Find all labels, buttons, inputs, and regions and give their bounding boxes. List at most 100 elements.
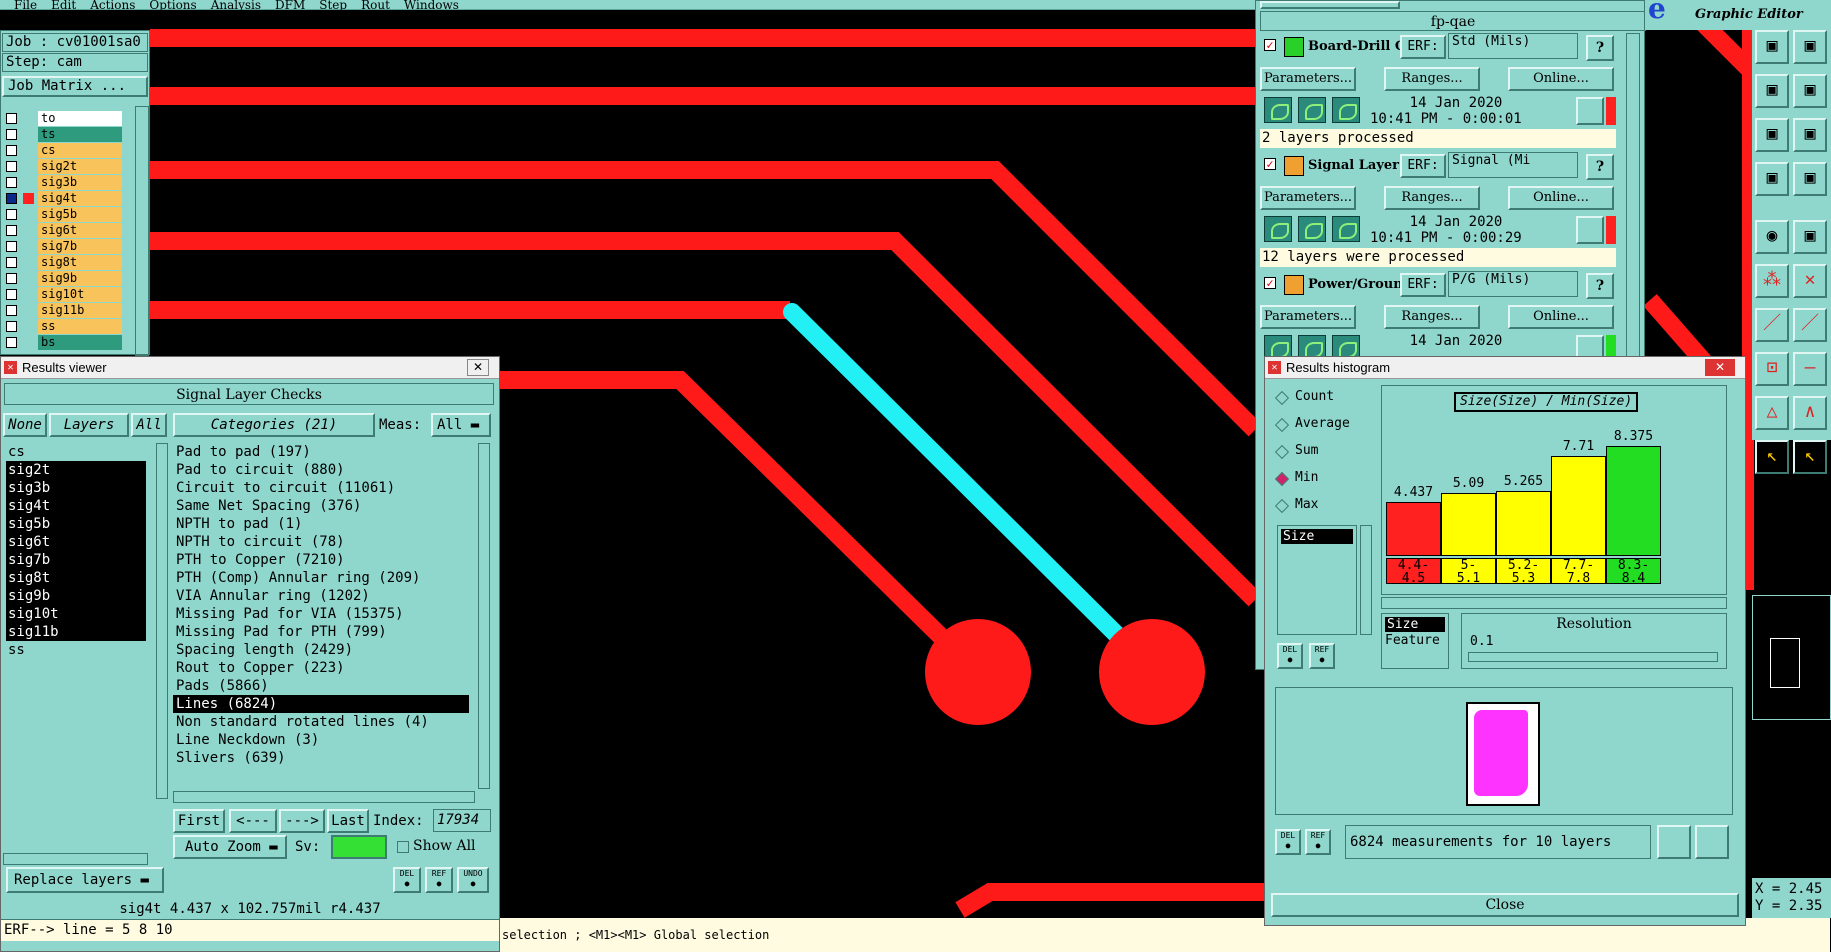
online-button[interactable]: Online... — [1508, 305, 1614, 329]
category-item[interactable]: Same Net Spacing (376) — [173, 497, 473, 515]
meas-select[interactable]: All ▬ — [431, 413, 491, 437]
viewer-layer-item[interactable]: sig2t — [6, 461, 146, 479]
layer-checkbox[interactable] — [6, 241, 17, 252]
category-item[interactable]: Non standard rotated lines (4) — [173, 713, 473, 731]
run-check-icon[interactable] — [1332, 97, 1360, 123]
layer-row[interactable]: sig2t — [1, 159, 149, 175]
category-item[interactable]: VIA Annular ring (1202) — [173, 587, 473, 605]
copy-in-icon[interactable]: ▣ — [1755, 74, 1789, 108]
layer-checkbox[interactable] — [6, 161, 17, 172]
layer-row[interactable]: sig5b — [1, 207, 149, 223]
last-button[interactable]: Last — [327, 809, 369, 833]
mode-option-max[interactable]: Max — [1274, 495, 1367, 519]
layer-checkbox[interactable] — [6, 305, 17, 316]
ranges-button[interactable]: Ranges... — [1384, 67, 1480, 91]
del-button[interactable]: DEL ● — [393, 867, 421, 893]
layer-row[interactable]: sig3b — [1, 175, 149, 191]
measure-icon[interactable]: ▣ — [1755, 162, 1789, 196]
layer-row[interactable]: bs — [1, 335, 149, 351]
layer-row[interactable]: sig6t — [1, 223, 149, 239]
line-icon[interactable]: ／ — [1755, 308, 1789, 342]
zoom-window-icon[interactable] — [1695, 825, 1729, 859]
category-item[interactable]: Line Neckdown (3) — [173, 731, 473, 749]
qae-top-button[interactable] — [1260, 1, 1400, 9]
category-item[interactable]: Pad to pad (197) — [173, 443, 473, 461]
run-check-icon[interactable] — [1298, 216, 1326, 242]
online-button[interactable]: Online... — [1508, 67, 1614, 91]
check-enabled-icon[interactable]: ✓ — [1264, 277, 1276, 289]
replace-layers-button[interactable]: Replace layers ▬ — [6, 867, 164, 893]
viewer-layer-list[interactable]: cs sig2t sig3b sig4t sig5b sig6t sig7b sig8t sig… — [1, 443, 151, 803]
category-item[interactable]: Lines (6824) — [173, 695, 469, 713]
layer-row[interactable]: cs — [1, 143, 149, 159]
parameters-button[interactable]: Parameters... — [1260, 305, 1356, 329]
layer-name[interactable]: sig8t — [38, 255, 122, 270]
category-item[interactable]: NPTH to circuit (78) — [173, 533, 473, 551]
viewer-layer-item[interactable]: sig7b — [6, 551, 146, 569]
categories-button[interactable]: Categories (21) — [173, 413, 375, 437]
layer-checkbox[interactable] — [6, 193, 17, 204]
category-item[interactable]: Circuit to circuit (11061) — [173, 479, 473, 497]
layer-checkbox[interactable] — [6, 209, 17, 220]
copy-out-icon[interactable]: ▣ — [1793, 74, 1827, 108]
layer-row[interactable]: sig9b — [1, 271, 149, 287]
layer-name[interactable]: sig3b — [38, 175, 122, 190]
job-matrix-button[interactable]: Job Matrix ... — [2, 76, 148, 97]
circle-icon[interactable]: ◉ — [1755, 220, 1789, 254]
histogram-chart-area[interactable]: Size(Size) / Min(Size) 4.437 5.09 5.265 7.7… — [1381, 385, 1727, 595]
chart-hscroll[interactable] — [1381, 597, 1727, 609]
layer-checkbox[interactable] — [6, 129, 17, 140]
preview-del-button[interactable]: DEL ● — [1275, 829, 1301, 855]
layer-checkbox[interactable] — [6, 321, 17, 332]
run-check-icon[interactable] — [1264, 97, 1292, 123]
layer-row[interactable]: sig10t — [1, 287, 149, 303]
ref-button[interactable]: REF ● — [425, 867, 453, 893]
sv-color-select[interactable] — [331, 835, 387, 859]
vertex-icon[interactable]: ▣ — [1793, 220, 1827, 254]
size-scrollbar[interactable] — [1360, 525, 1372, 635]
category-item[interactable]: Spacing length (2429) — [173, 641, 473, 659]
help-button[interactable]: ? — [1586, 35, 1614, 61]
feature-preview[interactable] — [1275, 687, 1733, 815]
menu-dfm[interactable]: DFM — [275, 0, 305, 11]
layer-row[interactable]: ss — [1, 319, 149, 335]
mode-option-sum[interactable]: Sum — [1274, 441, 1367, 465]
undo-button[interactable]: UNDO ● — [457, 867, 489, 893]
viewer-layer-item[interactable]: sig11b — [6, 623, 146, 641]
erf-mode[interactable]: Std (Mils) — [1448, 33, 1578, 59]
layer-checkbox[interactable] — [6, 177, 17, 188]
help-button[interactable]: ? — [1586, 273, 1614, 299]
online-button[interactable]: Online... — [1508, 186, 1614, 210]
layer-name[interactable]: bs — [38, 335, 122, 350]
erf-mode[interactable]: Signal (Mi — [1448, 152, 1578, 178]
layer-up-icon[interactable]: ▣ — [1755, 30, 1789, 64]
layer-name[interactable]: sig10t — [38, 287, 122, 302]
viewer-layer-item[interactable]: sig6t — [6, 533, 146, 551]
layer-scrollbar[interactable] — [135, 106, 149, 356]
close-icon[interactable]: ✕ — [1705, 359, 1735, 376]
layer-list[interactable]: to ts cs sig2t sig3b sig4t sig5b sig6t sig7b sig8… — [1, 111, 133, 356]
histogram-bar[interactable] — [1441, 493, 1496, 556]
layer-checkbox[interactable] — [6, 289, 17, 300]
viewer-layer-item[interactable]: sig5b — [6, 515, 146, 533]
category-item[interactable]: PTH to Copper (7210) — [173, 551, 473, 569]
menu-options[interactable]: Options — [149, 0, 196, 11]
viewer-layer-item[interactable]: cs — [6, 443, 146, 461]
run-check-icon[interactable] — [1332, 216, 1360, 242]
layer-name[interactable]: to — [38, 111, 122, 126]
cross-icon[interactable]: ✕ — [1793, 264, 1827, 298]
menu-step[interactable]: Step — [319, 0, 347, 11]
category-item[interactable]: NPTH to pad (1) — [173, 515, 473, 533]
erf-button[interactable]: ERF: — [1400, 273, 1446, 297]
viewer-layer-item[interactable]: sig10t — [6, 605, 146, 623]
menu-file[interactable]: File — [14, 0, 37, 11]
triangle-icon[interactable]: △ — [1755, 396, 1789, 430]
histogram-bar[interactable] — [1551, 456, 1606, 556]
help-button[interactable]: ? — [1586, 154, 1614, 180]
category-item[interactable]: Pad to circuit (880) — [173, 461, 473, 479]
next-button[interactable]: ---> — [279, 809, 325, 833]
layer-checkbox[interactable] — [6, 257, 17, 268]
zoom-result-icon[interactable] — [1576, 97, 1604, 125]
erf-mode[interactable]: P/G (Mils) — [1448, 271, 1578, 297]
select-icon[interactable]: ↖ — [1793, 440, 1827, 474]
